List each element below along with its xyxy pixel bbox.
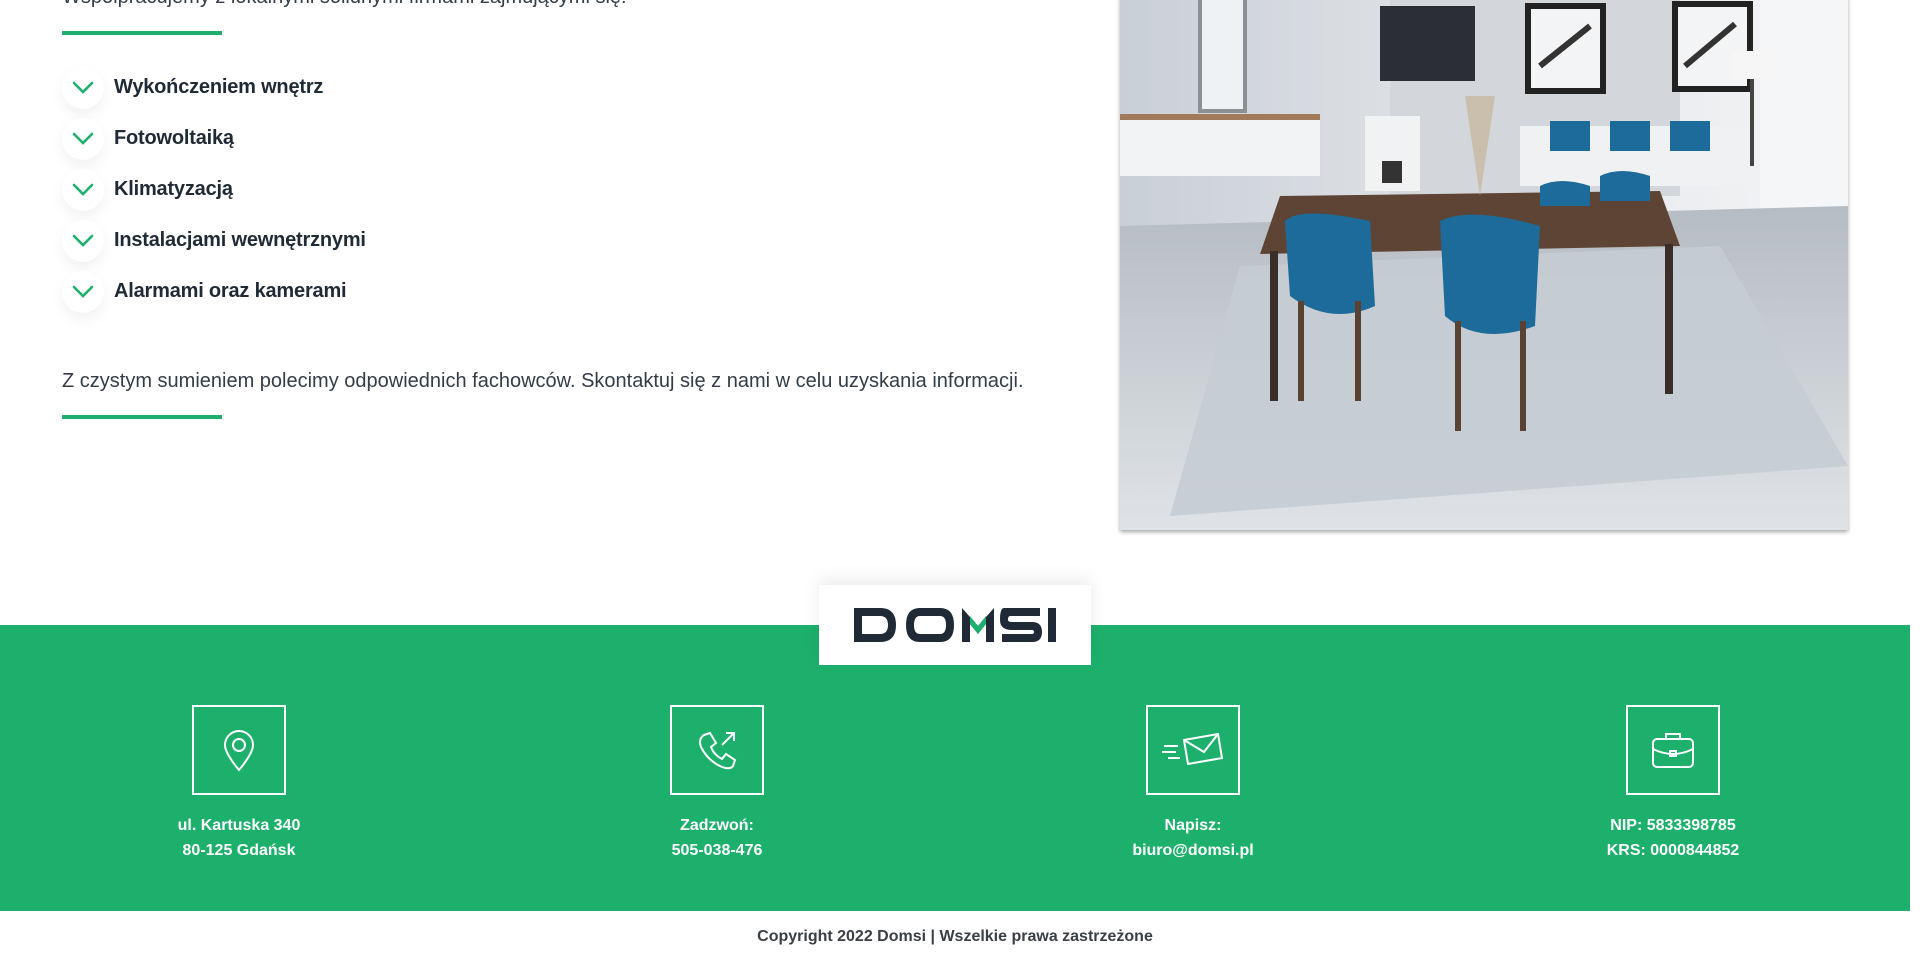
phone-label: Zadzwoń: xyxy=(680,817,754,834)
phone-number-link[interactable]: 505-038-476 xyxy=(597,838,837,863)
list-item: Alarmami oraz kamerami xyxy=(62,266,366,317)
section-divider xyxy=(62,31,222,35)
location-pin-icon xyxy=(192,705,286,795)
list-item: Instalacjami wewnętrznymi xyxy=(62,215,366,266)
interior-photo xyxy=(1120,0,1848,530)
closing-text: Z czystym sumieniem polecimy odpowiednic… xyxy=(62,370,1024,392)
section-divider xyxy=(62,415,222,419)
company-block: NIP: 5833398785 KRS: 0000844852 xyxy=(1553,705,1793,863)
chevron-down-icon xyxy=(62,270,104,313)
services-list: Wykończeniem wnętrz Fotowoltaiką Klimaty… xyxy=(62,62,366,317)
list-item: Klimatyzacją xyxy=(62,164,366,215)
service-label: Alarmami oraz kamerami xyxy=(114,280,347,302)
list-item: Wykończeniem wnętrz xyxy=(62,62,366,113)
chevron-down-icon xyxy=(62,117,104,160)
service-label: Fotowoltaiką xyxy=(114,127,234,149)
briefcase-icon xyxy=(1626,705,1720,795)
domsi-logo xyxy=(854,608,1056,642)
phone-icon[interactable] xyxy=(670,705,764,795)
address-block: ul. Kartuska 340 80-125 Gdańsk xyxy=(119,705,359,863)
email-label: Napisz: xyxy=(1164,817,1222,834)
service-label: Instalacjami wewnętrznymi xyxy=(114,229,366,251)
chevron-down-icon xyxy=(62,168,104,211)
email-block[interactable]: Napisz: biuro@domsi.pl xyxy=(1073,705,1313,863)
address-line1: ul. Kartuska 340 xyxy=(177,817,301,834)
intro-text: Współpracujemy z lokalnymi solidnymi fir… xyxy=(62,0,627,9)
service-label: Klimatyzacją xyxy=(114,178,233,200)
phone-block[interactable]: Zadzwoń: 505-038-476 xyxy=(597,705,837,863)
chevron-down-icon xyxy=(62,219,104,262)
address-line2: 80-125 Gdańsk xyxy=(182,842,296,859)
logo[interactable] xyxy=(819,585,1091,665)
list-item: Fotowoltaiką xyxy=(62,113,366,164)
krs-text: KRS: 0000844852 xyxy=(1606,842,1740,859)
services-section: Współpracujemy z lokalnymi solidnymi fir… xyxy=(0,0,1920,620)
envelope-icon[interactable] xyxy=(1146,705,1240,795)
chevron-down-icon xyxy=(62,66,104,109)
copyright-text: Copyright 2022 Domsi | Wszelkie prawa za… xyxy=(757,928,1153,945)
nip-text: NIP: 5833398785 xyxy=(1610,817,1736,834)
email-link[interactable]: biuro@domsi.pl xyxy=(1073,838,1313,863)
service-label: Wykończeniem wnętrz xyxy=(114,76,324,98)
